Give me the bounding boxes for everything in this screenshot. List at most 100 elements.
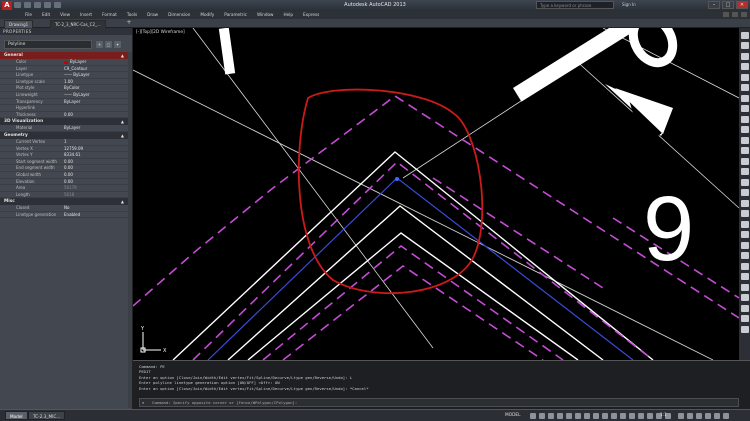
close-command-icon[interactable]: ✕ — [142, 399, 144, 406]
isolate-objects-icon[interactable] — [647, 413, 653, 419]
property-row[interactable]: Vertex X 12759.09 — [0, 146, 128, 153]
property-value[interactable]: —— ByLayer — [62, 72, 128, 78]
nav-tool-icon[interactable] — [740, 241, 749, 249]
menu-file[interactable]: File — [20, 11, 37, 19]
property-row[interactable]: Linetype generation Enabled — [0, 212, 128, 219]
property-row[interactable]: Lineweight —— ByLayer — [0, 92, 128, 99]
workspace-icon[interactable] — [678, 413, 684, 419]
collapse-arrow-icon[interactable]: ▲ — [121, 198, 124, 205]
menu-tools[interactable]: Tools — [122, 11, 142, 19]
menu-format[interactable]: Format — [97, 11, 122, 19]
menu-edit[interactable]: Edit — [37, 11, 55, 19]
nav-tool-icon[interactable] — [740, 262, 749, 270]
nav-tool-icon[interactable] — [740, 220, 749, 228]
nav-tool-icon[interactable] — [740, 231, 749, 238]
collapse-arrow-icon[interactable]: ▲ — [121, 118, 124, 125]
property-value[interactable]: 0.00 — [62, 159, 128, 165]
selection-cycling-icon[interactable] — [602, 413, 608, 419]
property-value[interactable]: 1.00 — [62, 79, 128, 85]
nav-tool-icon[interactable] — [740, 94, 749, 102]
minimize-button[interactable]: – — [708, 1, 720, 9]
property-value[interactable]: 56179 — [62, 185, 128, 191]
otrack-icon[interactable] — [575, 413, 581, 419]
annotation-monitor-icon[interactable] — [611, 413, 617, 419]
units-icon[interactable] — [620, 413, 626, 419]
nav-tool-icon[interactable] — [740, 31, 749, 39]
ortho-icon[interactable] — [548, 413, 554, 419]
model-tab[interactable]: Model — [5, 411, 28, 420]
grip-point[interactable] — [395, 177, 399, 181]
property-row[interactable]: Current Vertex 1 — [0, 139, 128, 146]
collapse-arrow-icon[interactable]: ▲ — [121, 132, 124, 139]
property-row[interactable]: Area 56179 — [0, 185, 128, 192]
menu-modify[interactable]: Modify — [195, 11, 219, 19]
grid-icon[interactable] — [530, 413, 536, 419]
file-tab-active[interactable]: TC-2_3_NRC-Cas_C2_... — [50, 20, 106, 28]
close-button[interactable]: ✕ — [736, 1, 748, 9]
property-value[interactable]: 0.00 — [62, 112, 128, 118]
nav-tool-icon[interactable] — [740, 52, 749, 60]
property-row[interactable]: Linetype —— ByLayer — [0, 72, 128, 79]
menu-help[interactable]: Help — [278, 11, 298, 19]
object-type-select[interactable]: Polyline — [4, 40, 92, 49]
quick-properties-icon[interactable] — [629, 413, 635, 419]
property-row[interactable]: Layer C9_Contour — [0, 66, 128, 73]
lineweight-icon[interactable] — [584, 413, 590, 419]
nav-tool-icon[interactable] — [740, 315, 749, 322]
nav-tool-icon[interactable] — [740, 63, 749, 70]
property-row[interactable]: Transparency ByLayer — [0, 99, 128, 106]
nav-tool-icon[interactable] — [740, 325, 749, 333]
toggle-pickadd-icon[interactable]: + — [96, 41, 103, 48]
nav-tool-icon[interactable] — [740, 189, 749, 196]
customization-icon[interactable] — [714, 413, 720, 419]
menu-draw[interactable]: Draw — [142, 11, 163, 19]
nav-tool-icon[interactable] — [740, 126, 749, 133]
nav-tool-icon[interactable] — [740, 283, 749, 291]
menu-insert[interactable]: Insert — [75, 11, 97, 19]
nav-tool-icon[interactable] — [740, 42, 749, 49]
property-row[interactable]: End segment width 0.00 — [0, 165, 128, 172]
nav-tool-icon[interactable] — [740, 147, 749, 154]
property-value[interactable]: No — [62, 205, 128, 211]
new-tab-button[interactable]: + — [125, 20, 133, 27]
file-tab[interactable]: Drawing1 — [4, 20, 34, 28]
annotate-icon[interactable] — [687, 413, 693, 419]
nav-tool-icon[interactable] — [740, 115, 749, 123]
menu-view[interactable]: View — [55, 11, 75, 19]
command-input[interactable]: ✕ Command: Specify opposite corner or [F… — [139, 398, 739, 407]
nav-tool-icon[interactable] — [740, 105, 749, 112]
property-value[interactable]: 8334.61 — [62, 152, 128, 158]
transparency-icon[interactable] — [593, 413, 599, 419]
property-value[interactable]: ByColor — [62, 85, 128, 91]
doc-minimize-button[interactable] — [723, 12, 729, 17]
property-value[interactable]: —— ByLayer — [62, 92, 128, 98]
drawing-area[interactable]: 9 Y X — [132, 0, 740, 361]
doc-restore-button[interactable] — [732, 12, 738, 17]
layout-tab[interactable]: TC-2.3_MIC... — [28, 411, 66, 420]
property-value[interactable]: ByLayer — [62, 59, 128, 65]
nav-tool-icon[interactable] — [740, 178, 749, 186]
osnap-icon[interactable] — [566, 413, 572, 419]
palette-scrollbar[interactable] — [128, 52, 132, 408]
nav-tool-icon[interactable] — [740, 168, 749, 175]
menu-parametric[interactable]: Parametric — [219, 11, 252, 19]
lock-ui-icon[interactable] — [638, 413, 644, 419]
property-value[interactable]: ByLayer — [62, 125, 128, 131]
property-row[interactable]: Start segment width 0.00 — [0, 159, 128, 166]
annotation-scale[interactable]: 1:1 — [660, 412, 667, 420]
property-section-header[interactable]: 3D Visualization ▲ — [0, 118, 128, 126]
nav-tool-icon[interactable] — [740, 199, 749, 207]
property-row[interactable]: Elevation 0.00 — [0, 179, 128, 186]
maximize-button[interactable]: □ — [722, 1, 734, 9]
model-space-button[interactable]: MODEL — [505, 412, 521, 420]
clean-screen-icon[interactable] — [705, 413, 711, 419]
toolbar-lock-icon[interactable] — [696, 413, 702, 419]
property-section-header[interactable]: Misc ▲ — [0, 198, 128, 206]
property-value[interactable]: Enabled — [62, 212, 128, 218]
nav-tool-icon[interactable] — [740, 273, 749, 280]
property-row[interactable]: Color ByLayer — [0, 59, 128, 66]
collapse-arrow-icon[interactable]: ▲ — [121, 52, 124, 59]
quick-select-icon[interactable]: ✦ — [114, 41, 121, 48]
property-value[interactable]: 0.00 — [62, 172, 128, 178]
nav-tool-icon[interactable] — [740, 73, 749, 81]
